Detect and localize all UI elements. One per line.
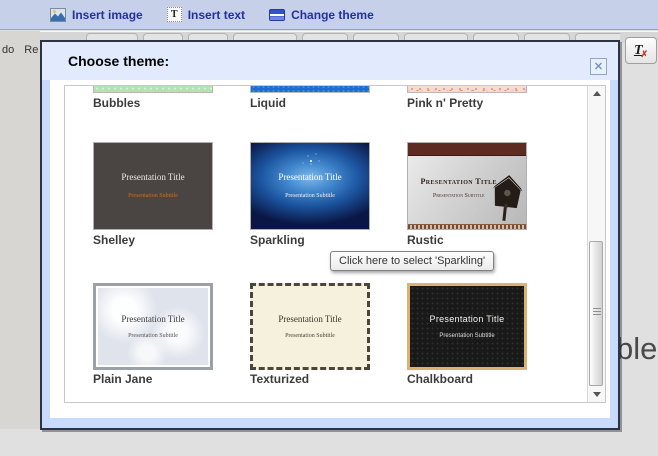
scroll-up-button[interactable] [588,86,605,101]
scroll-down-button[interactable] [588,387,605,402]
theme-label-shelley: Shelley [93,233,223,247]
image-icon [50,8,66,22]
slide-title: Presentation Title [96,314,210,324]
text-icon: T [167,7,182,22]
background-left-panel: do Re [0,31,40,429]
rustic-top-bar [408,143,526,156]
triangle-up-icon [593,91,601,96]
birdhouse-icon [490,171,524,226]
menu-fragments: do Re [0,42,40,58]
menu-item-fragment-undo[interactable]: do [0,44,16,56]
scrollbar-grip-icon [593,308,601,316]
slide-title: Presentation Title [251,172,369,182]
theme-thumbnail-shelley[interactable]: Presentation Title Presentation Subtitle [93,142,213,230]
clear-formatting-button[interactable]: T ✗ [625,37,657,64]
theme-thumbnail-liquid[interactable] [250,86,370,93]
scrollbar[interactable] [587,86,605,402]
theme-label-sparkling: Sparkling [250,233,380,247]
theme-thumbnail-sparkling[interactable]: Presentation Title Presentation Subtitle [250,142,370,230]
theme-thumbnail-texturized[interactable]: Presentation Title Presentation Subtitle [250,283,370,370]
theme-label-texturized: Texturized [250,372,380,386]
top-toolbar: Insert image T Insert text Change theme [0,0,658,30]
theme-label-pink-n-pretty: Pink n' Pretty [407,96,537,110]
dialog-header: Choose theme: ✕ [42,42,618,80]
menu-item-fragment-redo[interactable]: Re [22,44,40,56]
slide-title: Presentation Title [410,314,524,324]
dialog-body: Bubbles Liquid Pink n' Pretty Presentati… [50,80,610,418]
slide-subtitle: Presentation Subtitle [253,333,367,339]
theme-label-rustic: Rustic [407,233,537,247]
theme-label-chalkboard: Chalkboard [407,372,537,386]
slide-title: Presentation Title [253,314,367,324]
theme-thumbnail-bubbles[interactable] [93,86,213,93]
theme-label-liquid: Liquid [250,96,380,110]
change-theme-label: Change theme [291,8,374,22]
close-button[interactable]: ✕ [590,58,607,75]
insert-image-button[interactable]: Insert image [50,8,143,22]
theme-grid: Bubbles Liquid Pink n' Pretty Presentati… [64,85,606,403]
slide-subtitle: Presentation Subtitle [410,333,524,339]
sparkles-decoration [310,160,312,162]
background-text-fragment: bler [616,331,658,367]
slide-subtitle: Presentation Subtitle [251,193,369,199]
theme-thumbnail-chalkboard[interactable]: Presentation Title Presentation Subtitle [407,283,527,370]
close-icon: ✕ [594,61,603,73]
triangle-down-icon [593,392,601,397]
insert-image-label: Insert image [72,8,143,22]
theme-label-bubbles: Bubbles [93,96,223,110]
red-x-icon: ✗ [641,49,649,60]
theme-thumbnail-pink-n-pretty[interactable] [407,86,527,93]
theme-thumbnail-plain-jane[interactable]: Presentation Title Presentation Subtitle [93,283,213,370]
tooltip: Click here to select 'Sparkling' [330,251,494,271]
insert-text-button[interactable]: T Insert text [167,7,245,22]
change-theme-button[interactable]: Change theme [269,8,374,22]
dialog-title: Choose theme: [68,42,169,80]
scrollbar-thumb[interactable] [589,241,603,386]
choose-theme-dialog: Choose theme: ✕ Bubbles Liquid Pink n' P… [40,40,620,430]
theme-label-plain-jane: Plain Jane [93,372,223,386]
theme-thumbnail-rustic[interactable]: Presentation Title Presentation Subtitle [407,142,527,230]
insert-text-label: Insert text [188,8,245,22]
slide-title: Presentation Title [94,172,212,182]
theme-icon [269,9,285,21]
slide-subtitle: Presentation Subtitle [96,333,210,339]
screen: Insert image T Insert text Change theme … [0,0,658,456]
slide-subtitle: Presentation Subtitle [94,193,212,199]
